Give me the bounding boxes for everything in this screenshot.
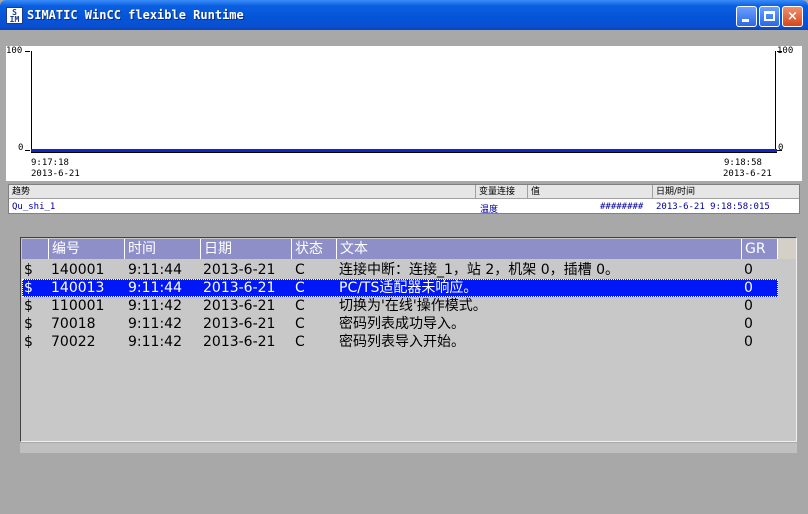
alarm-flag: $ xyxy=(24,280,33,296)
simatic-app-icon[interactable]: S IM xyxy=(6,7,23,24)
legend-header-variable[interactable]: 变量连接 xyxy=(476,185,528,199)
y-tick-left-bottom xyxy=(25,150,30,151)
maximize-button[interactable] xyxy=(759,6,780,27)
alarm-header-status[interactable]: 状态 xyxy=(292,239,337,259)
alarm-number: 110001 xyxy=(51,298,105,314)
y-axis-right-min: 0 xyxy=(778,143,784,153)
alarm-header-date[interactable]: 日期 xyxy=(201,239,292,259)
x-axis-end-date: 2013-6-21 xyxy=(723,169,772,179)
minimize-button[interactable] xyxy=(736,6,757,27)
alarm-text: 连接中断：连接_1，站 2，机架 0，插槽 0。 xyxy=(339,262,619,278)
alarm-status: C xyxy=(295,298,305,314)
alarm-view[interactable]: 编号 时间 日期 状态 文本 GR $ 140001 9:11:44 2013-… xyxy=(20,237,797,442)
x-axis-start-date: 2013-6-21 xyxy=(31,169,80,179)
legend-trend-name[interactable]: Qu_shi_1 xyxy=(9,202,55,212)
legend-header-trend[interactable]: 趋势 xyxy=(9,185,476,199)
alarm-header-number[interactable]: 编号 xyxy=(49,239,125,259)
trend-legend-table[interactable]: 趋势 变量连接 值 日期/时间 Qu_shi_1 温度 ######## 201… xyxy=(8,184,800,215)
alarm-group: 0 xyxy=(744,298,753,314)
alarm-group: 0 xyxy=(744,262,753,278)
legend-datetime: 2013-6-21 9:18:58:015 xyxy=(656,202,770,212)
alarm-flag: $ xyxy=(24,334,33,350)
title-bar[interactable]: S IM SIMATIC WinCC flexible Runtime × xyxy=(0,0,808,30)
alarm-header-group[interactable]: GR xyxy=(742,239,778,259)
close-icon: × xyxy=(787,9,798,24)
legend-value: ######## xyxy=(600,202,644,212)
alarm-header-spacer xyxy=(778,239,796,259)
y-axis-left-max: 100 xyxy=(6,46,23,56)
alarm-row[interactable]: $ 110001 9:11:42 2013-6-21 C 切换为'在线'操作模式… xyxy=(22,297,778,315)
alarm-header-text[interactable]: 文本 xyxy=(337,239,742,259)
alarm-header-time[interactable]: 时间 xyxy=(125,239,201,259)
y-axis-left-min: 0 xyxy=(18,143,24,153)
alarm-number: 140001 xyxy=(51,262,105,278)
window-title: SIMATIC WinCC flexible Runtime xyxy=(27,8,244,22)
alarm-time: 9:11:44 xyxy=(128,280,182,296)
alarm-number: 70022 xyxy=(51,334,96,350)
alarm-status: C xyxy=(295,280,305,296)
runtime-window: S IM SIMATIC WinCC flexible Runtime × 100… xyxy=(0,0,808,514)
maximize-icon xyxy=(764,11,775,21)
alarm-time: 9:11:44 xyxy=(128,262,182,278)
alarm-status: C xyxy=(295,334,305,350)
alarm-table-header: 编号 时间 日期 状态 文本 GR xyxy=(22,239,796,259)
alarm-text: PC/TS适配器未响应。 xyxy=(339,280,478,296)
trend-plot-area[interactable] xyxy=(31,51,776,151)
alarm-status: C xyxy=(295,316,305,332)
trend-view[interactable]: 100 0 100 0 9:17:18 2013-6-21 9:18:58 20… xyxy=(6,46,802,181)
alarm-row[interactable]: $ 140001 9:11:44 2013-6-21 C 连接中断：连接_1，站… xyxy=(22,261,778,279)
trend-legend-header: 趋势 变量连接 值 日期/时间 xyxy=(9,185,799,199)
alarm-date: 2013-6-21 xyxy=(203,298,276,314)
y-tick-left-top xyxy=(25,51,30,52)
alarm-status: C xyxy=(295,262,305,278)
x-axis-start-time: 9:17:18 xyxy=(31,158,69,168)
alarm-flag: $ xyxy=(24,262,33,278)
alarm-time: 9:11:42 xyxy=(128,334,182,350)
alarm-number: 70018 xyxy=(51,316,96,332)
alarm-header-flag[interactable] xyxy=(22,239,49,259)
alarm-time: 9:11:42 xyxy=(128,316,182,332)
alarm-group: 0 xyxy=(744,316,753,332)
y-tick-right-top xyxy=(777,51,782,52)
y-tick-right-bottom xyxy=(777,150,782,151)
alarm-text: 密码列表导入开始。 xyxy=(339,334,465,350)
alarm-text: 密码列表成功导入。 xyxy=(339,316,465,332)
alarm-row[interactable]: $ 70022 9:11:42 2013-6-21 C 密码列表导入开始。 0 xyxy=(22,333,778,351)
legend-header-datetime[interactable]: 日期/时间 xyxy=(653,185,799,199)
alarm-group: 0 xyxy=(744,334,753,350)
alarm-row-selected[interactable]: $ 140013 9:11:44 2013-6-21 C PC/TS适配器未响应… xyxy=(22,279,778,297)
close-button[interactable]: × xyxy=(782,6,803,27)
minimize-icon xyxy=(742,19,749,22)
alarm-date: 2013-6-21 xyxy=(203,316,276,332)
alarm-flag: $ xyxy=(24,316,33,332)
x-axis-end-time: 9:18:58 xyxy=(724,158,762,168)
x-axis-line xyxy=(31,152,777,153)
alarm-date: 2013-6-21 xyxy=(203,280,276,296)
legend-header-value[interactable]: 值 xyxy=(528,185,653,199)
alarm-flag: $ xyxy=(24,298,33,314)
alarm-text: 切换为'在线'操作模式。 xyxy=(339,298,487,314)
legend-variable[interactable]: 温度 xyxy=(477,202,498,215)
alarm-time: 9:11:42 xyxy=(128,298,182,314)
alarm-date: 2013-6-21 xyxy=(203,262,276,278)
alarm-row[interactable]: $ 70018 9:11:42 2013-6-21 C 密码列表成功导入。 0 xyxy=(22,315,778,333)
alarm-group: 0 xyxy=(744,280,753,296)
alarm-view-footer xyxy=(20,443,797,453)
alarm-date: 2013-6-21 xyxy=(203,334,276,350)
alarm-number: 140013 xyxy=(51,280,105,296)
